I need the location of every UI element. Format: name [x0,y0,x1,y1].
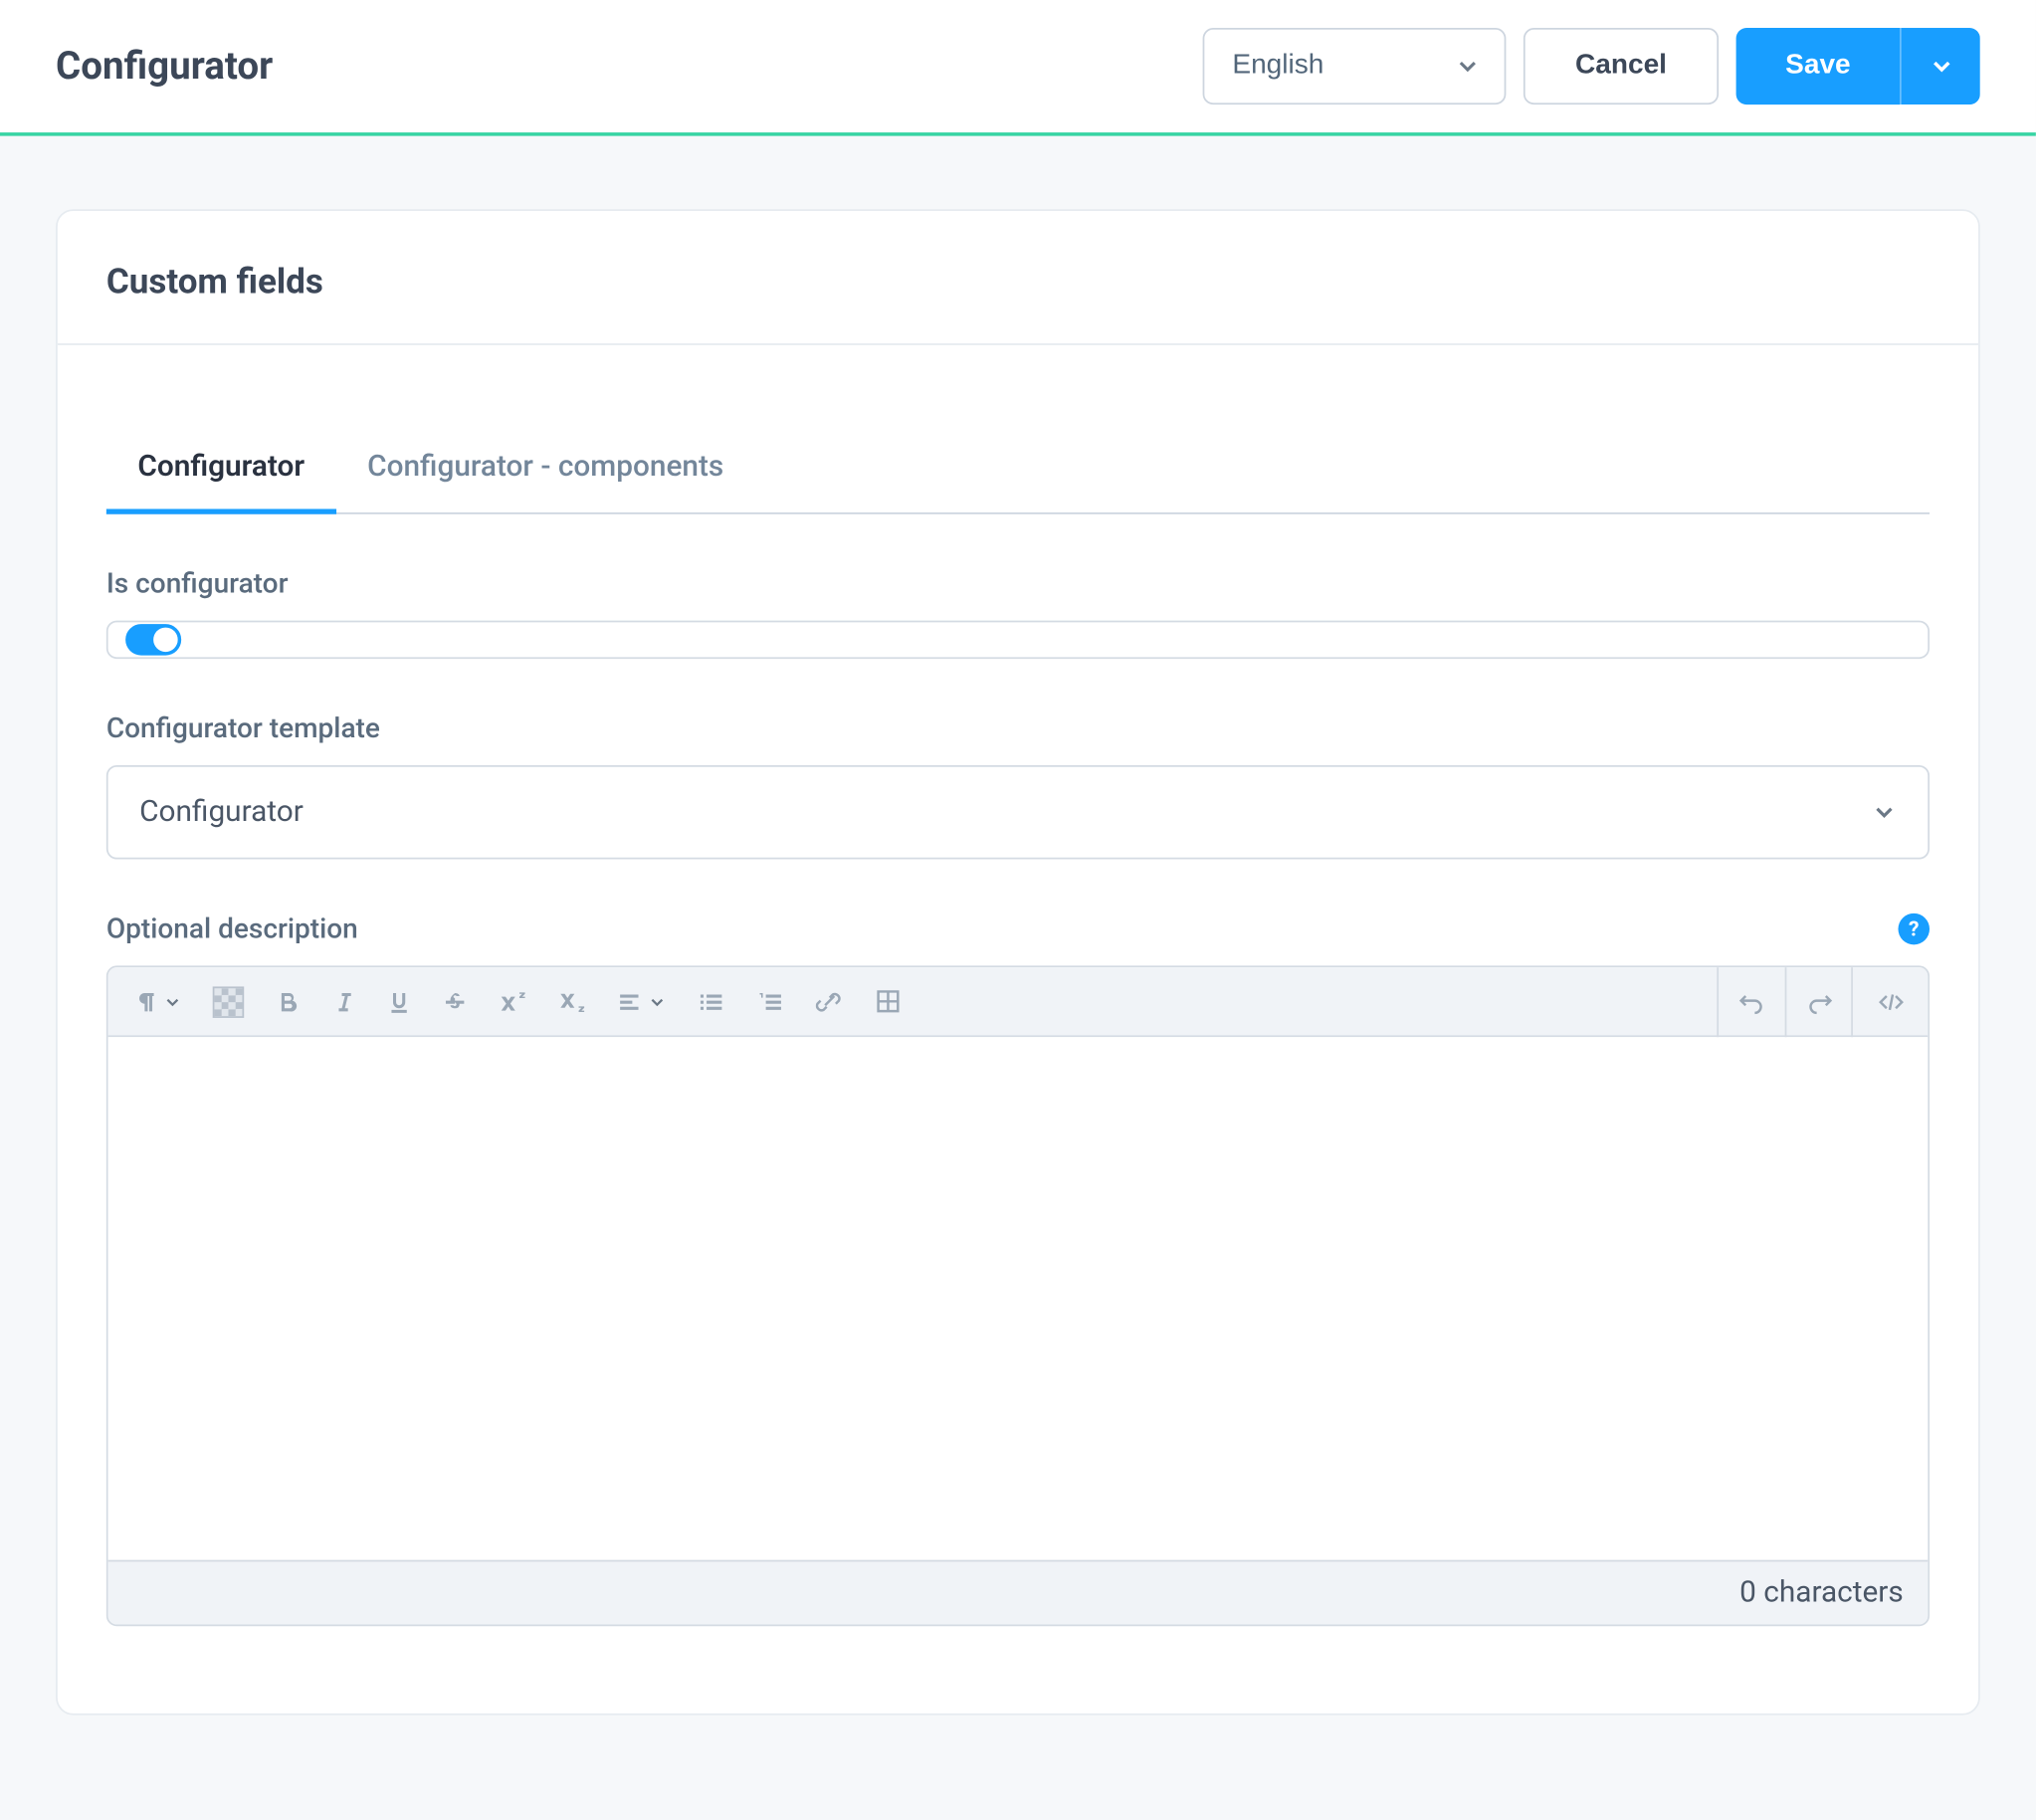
chevron-down-icon [649,993,667,1011]
tabs: Configurator Configurator - components [106,425,1930,513]
configurator-template-select[interactable]: Configurator [106,765,1930,860]
underline-icon [387,989,412,1014]
chevron-down-icon [1872,800,1897,825]
page-title: Configurator [56,45,273,89]
superscript-button[interactable] [499,989,526,1014]
language-select-value: English [1232,51,1323,83]
strike-button[interactable] [443,989,468,1014]
chevron-down-icon [164,993,182,1011]
cancel-button[interactable]: Cancel [1524,28,1719,104]
is-configurator-toggle[interactable] [125,624,181,656]
configurator-template-value: Configurator [139,795,304,830]
is-configurator-row [106,621,1930,660]
card-title: Custom fields [58,211,1978,345]
redo-button[interactable] [1785,966,1852,1036]
optional-description-label: Optional description ? [106,911,1930,944]
page-header: Configurator English Cancel Save [0,0,2036,136]
save-button[interactable]: Save [1736,28,1901,104]
help-icon[interactable]: ? [1898,912,1930,944]
italic-icon [331,989,356,1014]
save-button-group: Save [1736,28,1980,104]
table-button[interactable] [875,988,901,1014]
list-bullet-button[interactable] [698,989,725,1014]
subscript-icon [558,989,586,1014]
bold-button[interactable] [276,989,301,1014]
code-icon [1875,989,1907,1014]
pilcrow-icon [132,989,157,1014]
source-code-button[interactable] [1851,966,1928,1036]
media-icon [213,986,245,1018]
align-button[interactable] [617,989,666,1014]
strike-icon [443,989,468,1014]
save-options-button[interactable] [1900,28,1980,104]
header-actions: English Cancel Save [1203,28,1980,104]
editor-toolbar [108,967,1929,1037]
link-button[interactable] [816,989,844,1014]
list-number-button[interactable] [756,989,784,1014]
tab-configurator[interactable]: Configurator [106,425,336,513]
list-number-icon [756,989,784,1014]
underline-button[interactable] [387,989,412,1014]
paragraph-format-button[interactable] [132,989,181,1014]
link-icon [816,989,844,1014]
undo-button[interactable] [1719,966,1785,1036]
undo-icon [1737,989,1765,1014]
align-icon [617,989,642,1014]
list-bullet-icon [698,989,725,1014]
chevron-down-icon [1456,54,1481,79]
rich-text-editor: 0 characters [106,965,1930,1626]
table-icon [875,988,901,1014]
editor-content-area[interactable] [108,1037,1929,1559]
page-body: Custom fields Configurator Configurator … [0,136,2036,1820]
chevron-down-icon [1929,54,1953,79]
custom-fields-card: Custom fields Configurator Configurator … [56,209,1980,1715]
editor-char-count: 0 characters [108,1560,1929,1625]
media-button[interactable] [213,986,245,1018]
redo-icon [1805,989,1833,1014]
subscript-button[interactable] [558,989,586,1014]
superscript-icon [499,989,526,1014]
language-select[interactable]: English [1203,28,1507,104]
tab-configurator-components[interactable]: Configurator - components [336,425,755,513]
configurator-template-label: Configurator template [106,711,1930,744]
bold-icon [276,989,301,1014]
is-configurator-label: Is configurator [106,566,1930,599]
italic-button[interactable] [331,989,356,1014]
